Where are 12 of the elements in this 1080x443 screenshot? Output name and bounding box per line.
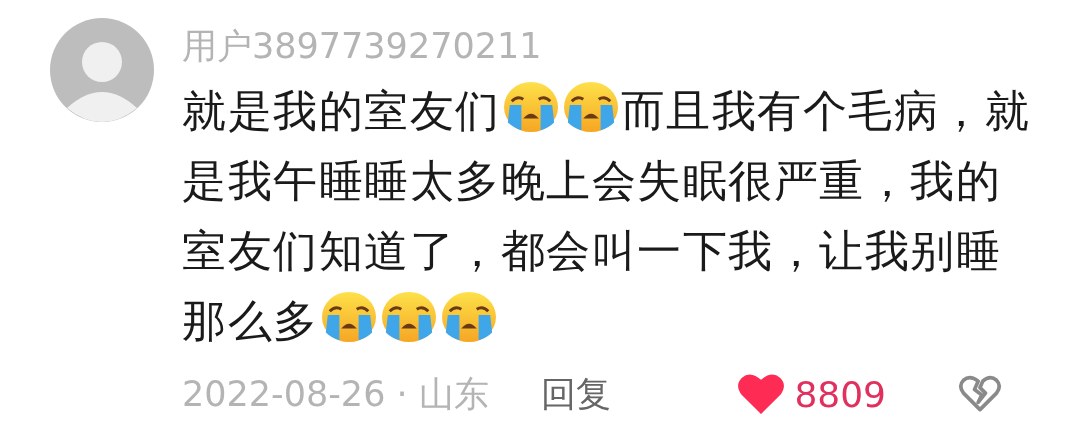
crying-face-icon <box>319 290 378 344</box>
crying-face-icon <box>501 80 560 134</box>
comment-text: 就是我的室友们 而且我有个毛病，就是我午睡睡太多晚上会失眠很严重，我的室友们知道了，都会叫一下我，让我别睡那么多 <box>182 76 1032 356</box>
avatar-icon[interactable] <box>50 18 154 122</box>
comment-meta: 2022-08-26 · 山东 <box>182 372 489 416</box>
like-count: 8809 <box>794 373 886 415</box>
crying-face-icon <box>379 290 438 344</box>
heart-icon[interactable] <box>738 374 785 414</box>
crying-face-icon <box>439 290 498 344</box>
broken-heart-icon[interactable] <box>958 374 1002 414</box>
reply-button[interactable]: 回复 <box>540 370 611 418</box>
crying-face-icon <box>561 80 620 134</box>
